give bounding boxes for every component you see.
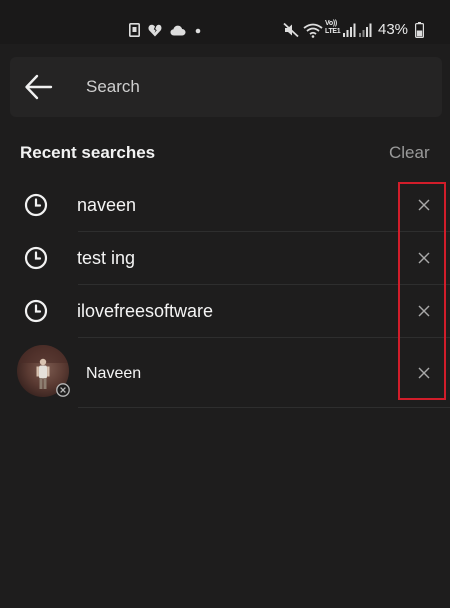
battery-percent: 43% (378, 21, 409, 38)
recent-search-item[interactable]: test ing (0, 232, 450, 285)
wifi-icon (303, 23, 323, 38)
clock-icon (24, 299, 48, 323)
clock-icon (24, 246, 48, 270)
recent-search-label: test ing (77, 248, 136, 268)
status-bar: Vo)) LTE1 43% (0, 0, 450, 44)
close-circle-icon (56, 383, 70, 397)
signal-icon (343, 23, 356, 37)
recent-profile-item[interactable]: Naveen (0, 338, 450, 408)
broken-heart-icon (148, 24, 162, 37)
battery-icon (415, 22, 424, 38)
highlight-box (398, 182, 446, 400)
clock-icon (24, 193, 48, 217)
mute-icon (283, 22, 299, 38)
recent-searches-title: Recent searches (20, 143, 156, 162)
back-arrow-icon[interactable] (24, 73, 54, 101)
recent-search-item[interactable]: ilovefreesoftware (0, 285, 450, 338)
cloud-icon (170, 25, 186, 36)
search-bar (10, 57, 442, 117)
recent-search-label: ilovefreesoftware (77, 301, 214, 321)
recent-search-item[interactable]: naveen (0, 178, 450, 232)
volte-indicator: Vo)) LTE1 (325, 20, 341, 35)
notification-dot-icon (195, 28, 201, 34)
search-input[interactable] (86, 73, 416, 101)
signal-2-icon (359, 23, 372, 37)
screen-mirror-icon (129, 23, 140, 37)
recent-search-label: naveen (77, 195, 137, 215)
divider (78, 407, 450, 408)
recent-profile-name: Naveen (86, 365, 142, 382)
clear-button[interactable]: Clear (389, 143, 430, 163)
